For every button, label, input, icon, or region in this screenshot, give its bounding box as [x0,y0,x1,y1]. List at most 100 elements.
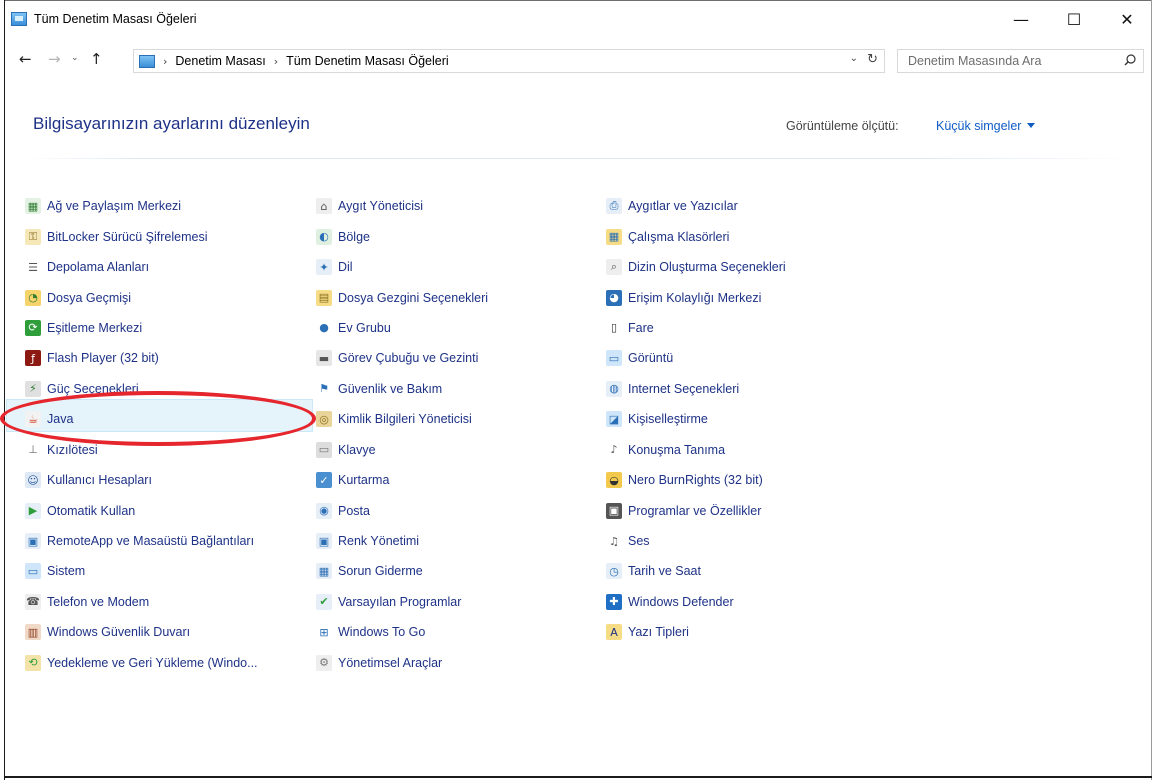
control-panel-item-label[interactable]: Nero BurnRights (32 bit) [628,473,763,487]
control-panel-item[interactable]: ⚙ Yönetimsel Araçlar [316,648,488,678]
control-panel-item-label[interactable]: Erişim Kolaylığı Merkezi [628,291,761,305]
control-panel-item-label[interactable]: Konuşma Tanıma [628,443,725,457]
control-panel-item-label[interactable]: Telefon ve Modem [47,595,149,609]
control-panel-item[interactable]: ⚿ BitLocker Sürücü Şifrelemesi [25,221,258,251]
control-panel-item-label[interactable]: Eşitleme Merkezi [47,321,142,335]
minimize-button[interactable]: — [998,1,1044,37]
control-panel-item[interactable]: ◍ Internet Seçenekleri [606,374,786,404]
control-panel-item[interactable]: ▥ Windows Güvenlik Duvarı [25,617,258,647]
control-panel-item-label[interactable]: Tarih ve Saat [628,564,701,578]
breadcrumb-all-items[interactable]: Tüm Denetim Masası Öğeleri [286,54,449,68]
backup-restore-icon[interactable]: ⟲ [25,654,41,671]
network-icon[interactable]: ▦ [25,198,41,215]
bitlocker-icon[interactable]: ⚿ [25,228,41,245]
view-by-dropdown[interactable]: Küçük simgeler [936,119,1036,133]
control-panel-item-label[interactable]: Kişiselleştirme [628,412,708,426]
control-panel-item[interactable]: ▦ Ağ ve Paylaşım Merkezi [25,191,258,221]
title-bar[interactable]: Tüm Denetim Masası Öğeleri — ☐ ✕ [5,1,1151,37]
sync-center-icon[interactable]: ⟳ [25,319,41,336]
control-panel-item-label[interactable]: Posta [338,504,370,518]
control-panel-item-label[interactable]: Bölge [338,230,370,244]
control-panel-item-label[interactable]: Windows Güvenlik Duvarı [47,625,190,639]
control-panel-item[interactable]: ⊞ Windows To Go [316,617,488,647]
control-panel-item-label[interactable]: Windows Defender [628,595,734,609]
control-panel-item-label[interactable]: Otomatik Kullan [47,504,135,518]
control-panel-item-label[interactable]: Sistem [47,564,85,578]
taskbar-icon[interactable]: ▬ [316,350,332,367]
control-panel-item[interactable]: ♪ Konuşma Tanıma [606,435,786,465]
control-panel-item[interactable]: ☺ Kullanıcı Hesapları [25,465,258,495]
refresh-icon[interactable]: ↻ [867,52,878,67]
keyboard-icon[interactable]: ▭ [316,441,332,458]
power-options-icon[interactable]: ⚡ [25,380,41,397]
control-panel-item-label[interactable]: Yönetimsel Araçlar [338,656,442,670]
control-panel-item[interactable]: ▭ Görüntü [606,343,786,373]
control-panel-item[interactable]: ⎙ Aygıtlar ve Yazıcılar [606,191,786,221]
indexing-options-icon[interactable]: ⌕ [606,259,622,276]
internet-options-icon[interactable]: ◍ [606,380,622,397]
windows-defender-icon[interactable]: ✚ [606,593,622,610]
control-panel-item-label[interactable]: Dosya Gezgini Seçenekleri [338,291,488,305]
control-panel-item-label[interactable]: Çalışma Klasörleri [628,230,729,244]
file-history-icon[interactable]: ◔ [25,289,41,306]
breadcrumb-control-panel[interactable]: Denetim Masası [175,54,265,68]
close-button[interactable]: ✕ [1104,1,1150,37]
devices-printers-icon[interactable]: ⎙ [606,198,622,215]
credential-manager-icon[interactable]: ◎ [316,411,332,428]
user-accounts-icon[interactable]: ☺ [25,472,41,489]
control-panel-item[interactable]: ◕ Erişim Kolaylığı Merkezi [606,282,786,312]
control-panel-item-label[interactable]: Kızılötesi [47,443,98,457]
control-panel-item-label[interactable]: Dosya Geçmişi [47,291,131,305]
color-management-icon[interactable]: ▣ [316,533,332,550]
remoteapp-icon[interactable]: ▣ [25,533,41,550]
address-bar[interactable]: › Denetim Masası › Tüm Denetim Masası Öğ… [133,49,885,73]
control-panel-item[interactable]: ● Ev Grubu [316,313,488,343]
control-panel-item-label[interactable]: Ses [628,534,650,548]
control-panel-item[interactable]: ◎ Kimlik Bilgileri Yöneticisi [316,404,488,434]
maximize-button[interactable]: ☐ [1051,1,1097,37]
control-panel-item-label[interactable]: Windows To Go [338,625,425,639]
control-panel-item[interactable]: ▣ Programlar ve Özellikler [606,495,786,525]
control-panel-item-label[interactable]: Sorun Giderme [338,564,423,578]
programs-features-icon[interactable]: ▣ [606,502,622,519]
recovery-icon[interactable]: ✓ [316,472,332,489]
forward-arrow-icon[interactable]: → [48,50,61,68]
autoplay-icon[interactable]: ▶ [25,502,41,519]
control-panel-item-label[interactable]: Klavye [338,443,376,457]
control-panel-item[interactable]: ▭ Sistem [25,556,258,586]
control-panel-item[interactable]: ▤ Dosya Gezgini Seçenekleri [316,282,488,312]
breadcrumb-separator[interactable]: › [163,55,167,68]
control-panel-item[interactable]: ◷ Tarih ve Saat [606,556,786,586]
control-panel-item[interactable]: ▬ Görev Çubuğu ve Gezinti [316,343,488,373]
control-panel-item[interactable]: ✓ Kurtarma [316,465,488,495]
control-panel-item[interactable]: ✔ Varsayılan Programlar [316,587,488,617]
system-icon[interactable]: ▭ [25,563,41,580]
homegroup-icon[interactable]: ● [316,319,332,336]
nero-icon[interactable]: ◒ [606,472,622,489]
default-programs-icon[interactable]: ✔ [316,593,332,610]
control-panel-item[interactable]: ▶ Otomatik Kullan [25,495,258,525]
fonts-icon[interactable]: A [606,624,622,641]
recent-locations-chevron-icon[interactable]: ⌄ [71,53,79,63]
work-folders-icon[interactable]: ▦ [606,228,622,245]
control-panel-item-label[interactable]: Yazı Tipleri [628,625,689,639]
control-panel-item[interactable]: ▭ Klavye [316,435,488,465]
date-time-icon[interactable]: ◷ [606,563,622,580]
control-panel-item[interactable]: ◒ Nero BurnRights (32 bit) [606,465,786,495]
address-dropdown-icon[interactable]: ⌄ [850,53,858,64]
display-icon[interactable]: ▭ [606,350,622,367]
personalization-icon[interactable]: ◪ [606,411,622,428]
troubleshooting-icon[interactable]: ▦ [316,563,332,580]
control-panel-item-label[interactable]: Görev Çubuğu ve Gezinti [338,351,478,365]
control-panel-item-label[interactable]: Renk Yönetimi [338,534,419,548]
control-panel-item-label[interactable]: Dil [338,260,353,274]
control-panel-item[interactable]: ◔ Dosya Geçmişi [25,282,258,312]
control-panel-item[interactable]: A Yazı Tipleri [606,617,786,647]
control-panel-item-label[interactable]: Aygıt Yöneticisi [338,199,423,213]
back-arrow-icon[interactable]: ← [19,50,32,68]
control-panel-item-label[interactable]: Kullanıcı Hesapları [47,473,152,487]
control-panel-item-label[interactable]: Ev Grubu [338,321,391,335]
mouse-icon[interactable]: ▯ [606,319,622,336]
caret-down-icon[interactable] [1027,123,1036,128]
control-panel-item-label[interactable]: Görüntü [628,351,673,365]
